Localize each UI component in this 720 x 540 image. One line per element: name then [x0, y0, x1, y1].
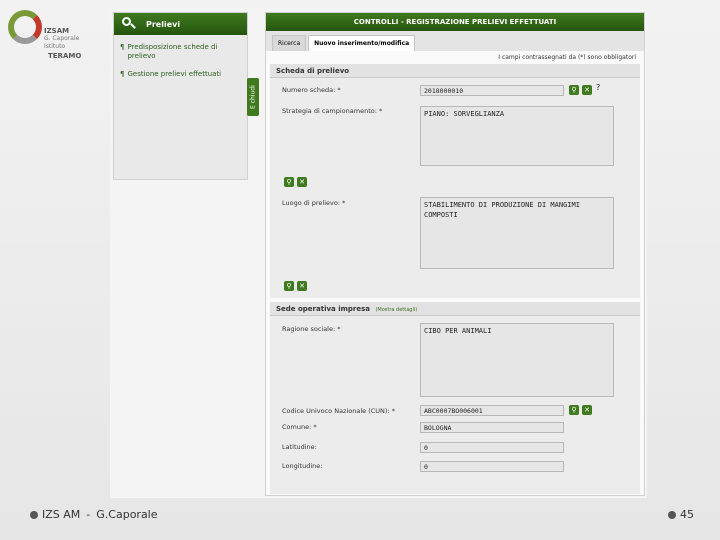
- app-screenshot: Prelievi ¶ Predisposizione schede di pre…: [110, 8, 647, 498]
- numero-scheda-label: Numero scheda: *: [282, 86, 341, 94]
- comune-field[interactable]: BOLOGNA: [420, 422, 564, 433]
- clear-icon[interactable]: ✕: [582, 405, 592, 415]
- show-details-link[interactable]: (Mostra dettagli): [375, 307, 417, 313]
- bullet-icon: ¶: [120, 43, 125, 51]
- longitudine-label: Longitudine:: [282, 462, 323, 470]
- ragione-sociale-field[interactable]: CIBO PER ANIMALI: [420, 323, 614, 397]
- clear-icon[interactable]: ✕: [297, 281, 307, 291]
- left-panel: Prelievi ¶ Predisposizione schede di pre…: [113, 12, 248, 180]
- strategia-field[interactable]: PIANO: SORVEGLIANZA: [420, 106, 614, 166]
- sede-title: Sede operativa impresa: [276, 305, 370, 313]
- page-number: 45: [668, 508, 694, 521]
- search-icon[interactable]: ⚲: [569, 405, 579, 415]
- logo-line3: Istituto: [44, 43, 66, 50]
- sede-section-body: Ragione sociale: * CIBO PER ANIMALI Codi…: [270, 316, 640, 494]
- luogo-field[interactable]: STABILIMENTO DI PRODUZIONE DI MANGIMI CO…: [420, 197, 614, 269]
- scheda-section-body: Numero scheda: * 2018000010 ⚲ ✕ ? Strate…: [270, 78, 640, 298]
- main-panel: CONTROLLI - REGISTRAZIONE PRELIEVI EFFET…: [265, 12, 645, 496]
- tab-nuovo-inserimento[interactable]: Nuovo inserimento/modifica: [308, 35, 416, 51]
- scheda-section-title: Scheda di prelievo: [270, 64, 640, 78]
- left-menu: ¶ Predisposizione schede di prelievo ¶ G…: [114, 35, 247, 96]
- izsam-logo: IZSAM G. Caporale Istituto TERAMO: [8, 10, 103, 65]
- sede-section: Sede operativa impresa (Mostra dettagli)…: [270, 302, 640, 494]
- menu-item-label: Gestione prelievi effettuati: [127, 70, 222, 78]
- bullet-dot-icon: [668, 510, 676, 519]
- footer-author: G.Caporale: [96, 508, 158, 521]
- sede-section-title: Sede operativa impresa (Mostra dettagli): [270, 302, 640, 316]
- latitudine-field[interactable]: 0: [420, 442, 564, 453]
- logo-name: IZSAM: [44, 27, 70, 35]
- menu-item-predisposizione[interactable]: ¶ Predisposizione schede di prelievo: [120, 43, 241, 61]
- bullet-dot-icon: [30, 510, 38, 519]
- numero-scheda-field[interactable]: 2018000010: [420, 85, 564, 96]
- required-fields-note: I campi contrassegnati da (*) sono obbli…: [498, 54, 636, 61]
- menu-item-label: Predisposizione schede di prelievo: [127, 43, 218, 60]
- left-panel-title: Prelievi: [146, 19, 181, 29]
- strategia-label: Strategia di campionamento: *: [282, 107, 383, 115]
- clear-icon[interactable]: ✕: [582, 85, 592, 95]
- footer-separator: -: [86, 508, 91, 521]
- ragione-sociale-label: Ragione sociale: *: [282, 325, 341, 333]
- left-panel-header: Prelievi: [114, 13, 247, 35]
- comune-label: Comune: *: [282, 423, 317, 431]
- help-icon[interactable]: ?: [596, 83, 600, 92]
- logo-line2: G. Caporale: [44, 35, 80, 42]
- close-side-tab[interactable]: E chiudi: [247, 78, 259, 116]
- scheda-section: Scheda di prelievo Numero scheda: * 2018…: [270, 64, 640, 298]
- longitudine-field[interactable]: 0: [420, 461, 564, 472]
- footer-org: IZS AM: [42, 508, 81, 521]
- logo-city: TERAMO: [48, 52, 82, 60]
- search-icon[interactable]: ⚲: [569, 85, 579, 95]
- bullet-icon: ¶: [120, 70, 125, 78]
- menu-item-gestione[interactable]: ¶ Gestione prelievi effettuati: [120, 70, 241, 79]
- search-icon[interactable]: ⚲: [284, 177, 294, 187]
- search-icon[interactable]: ⚲: [284, 281, 294, 291]
- tab-bar: Ricerca Nuovo inserimento/modifica: [266, 31, 644, 51]
- latitudine-label: Latitudine:: [282, 443, 317, 451]
- tab-ricerca[interactable]: Ricerca: [272, 35, 307, 51]
- cun-field[interactable]: ABC0007BO006001: [420, 405, 564, 416]
- clear-icon[interactable]: ✕: [297, 177, 307, 187]
- search-icon: [122, 17, 136, 31]
- slide-footer: IZS AM - G.Caporale: [30, 508, 158, 521]
- logo-ring-icon: [8, 10, 42, 44]
- page-number-value: 45: [680, 508, 694, 521]
- luogo-label: Luogo di prelievo: *: [282, 199, 346, 207]
- main-title: CONTROLLI - REGISTRAZIONE PRELIEVI EFFET…: [266, 13, 644, 31]
- cun-label: Codice Univoco Nazionale (CUN): *: [282, 407, 395, 415]
